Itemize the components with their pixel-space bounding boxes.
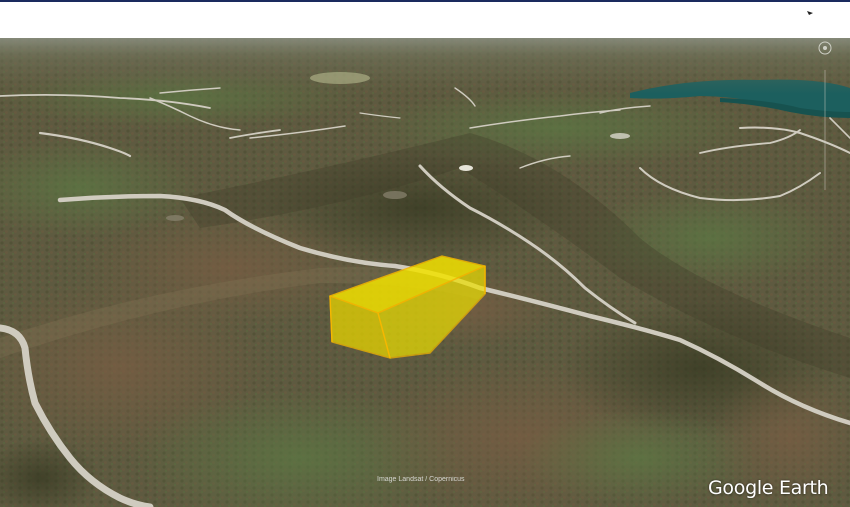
google-earth-logo: Google Earth — [708, 477, 829, 499]
google-earth-window: Image Landsat / Copernicus Google Earth — [0, 0, 850, 507]
cursor-icon — [807, 11, 813, 15]
terrain-render[interactable] — [0, 38, 850, 507]
atmospheric-haze — [0, 38, 850, 198]
compass-icon[interactable] — [811, 40, 839, 56]
imagery-attribution: Image Landsat / Copernicus — [377, 476, 465, 483]
scale-icon — [824, 70, 826, 190]
map-viewport[interactable] — [0, 38, 850, 507]
top-bar — [0, 2, 850, 38]
